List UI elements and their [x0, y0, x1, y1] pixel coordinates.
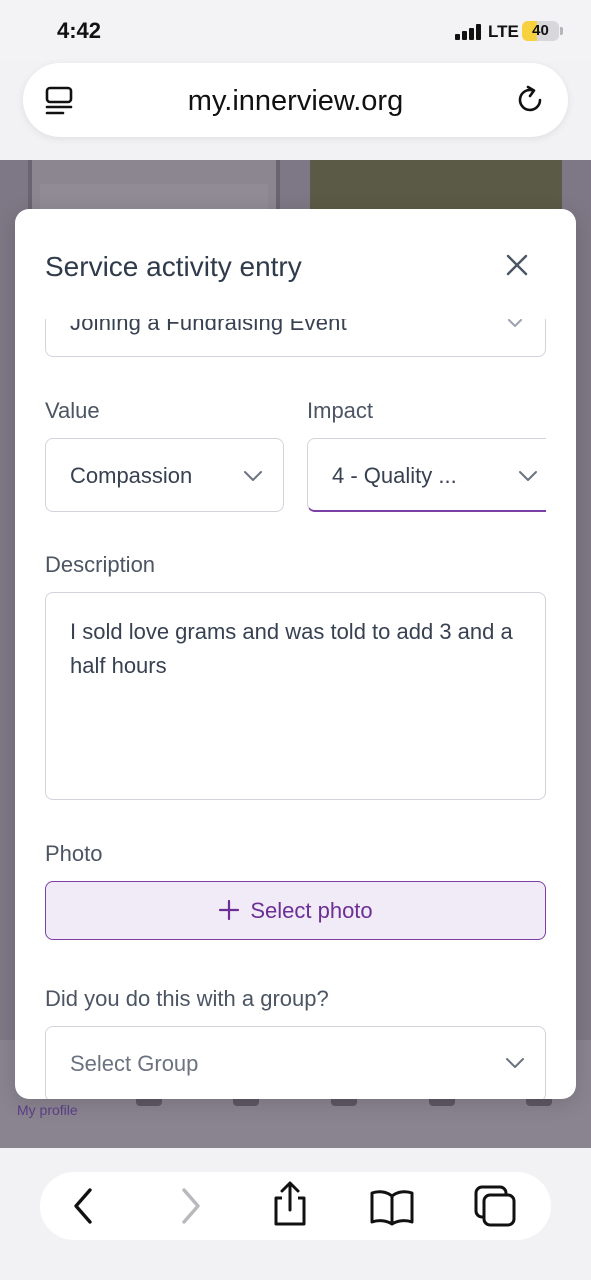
address-bar[interactable]: my.innerview.org: [23, 63, 568, 137]
signal-icon: [455, 24, 482, 40]
select-photo-label: Select photo: [250, 898, 373, 923]
back-icon[interactable]: [64, 1186, 104, 1226]
value-label: Value: [45, 398, 100, 423]
bookmarks-icon[interactable]: [369, 1186, 415, 1226]
impact-selected: 4 - Quality ...: [332, 463, 457, 488]
forward-icon[interactable]: [170, 1186, 210, 1226]
service-activity-modal: Service activity entry Joining a Fundrai…: [15, 209, 576, 1099]
share-icon[interactable]: [270, 1180, 310, 1228]
activity-selected-value: Joining a Fundraising Event: [70, 319, 347, 335]
modal-title: Service activity entry: [45, 251, 302, 282]
group-question-label: Did you do this with a group?: [45, 986, 329, 1011]
chevron-down-icon: [244, 471, 262, 481]
value-select[interactable]: Compassion: [45, 438, 284, 512]
reload-icon[interactable]: [514, 83, 548, 117]
tab-my-profile: My profile: [17, 1102, 78, 1118]
status-bar: 4:42 LTE 40: [0, 0, 591, 62]
impact-select[interactable]: 4 - Quality ...: [307, 438, 546, 512]
battery-icon: 40: [522, 21, 559, 41]
network-type: LTE: [488, 22, 519, 41]
group-select[interactable]: Select Group: [45, 1026, 546, 1099]
plus-icon: [219, 899, 240, 921]
description-textarea[interactable]: I sold love grams and was told to add 3 …: [45, 592, 546, 800]
modal-scroll-body[interactable]: Joining a Fundraising Event Value Impact…: [15, 319, 576, 1099]
description-label: Description: [45, 552, 156, 577]
battery-nub: [560, 27, 563, 35]
chevron-down-icon: [506, 1058, 524, 1068]
chevron-down-icon: [519, 471, 537, 481]
battery-level: 40: [532, 22, 549, 39]
group-placeholder: Select Group: [70, 1051, 199, 1076]
value-selected: Compassion: [70, 463, 193, 488]
status-time: 4:42: [57, 18, 102, 43]
close-icon[interactable]: [501, 249, 533, 281]
browser-toolbar: [40, 1172, 551, 1240]
photo-label: Photo: [45, 841, 103, 866]
url-text[interactable]: my.innerview.org: [23, 85, 568, 118]
description-text[interactable]: I sold love grams and was told to add 3 …: [70, 615, 520, 683]
activity-select[interactable]: Joining a Fundraising Event: [45, 319, 546, 357]
chevron-down-icon: [508, 319, 522, 327]
select-photo-button[interactable]: Select photo: [45, 881, 546, 940]
impact-label: Impact: [307, 398, 374, 423]
tabs-icon[interactable]: [473, 1184, 517, 1228]
